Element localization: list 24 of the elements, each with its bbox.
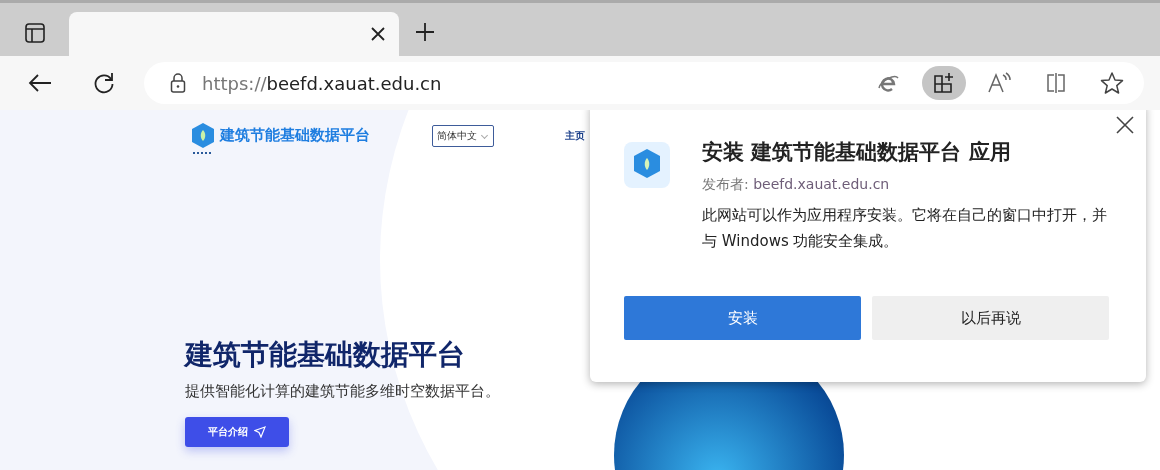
nav-link[interactable]: 主页 [565,129,585,143]
hero-subtitle: 提供智能化计算的建筑节能多维时空数据平台。 [185,382,501,401]
close-icon[interactable] [1116,116,1134,134]
app-install-icon[interactable] [922,66,966,100]
intro-button[interactable]: 平台介绍 [185,417,289,447]
cursor-icon [254,426,266,438]
publisher-text: 发布者: beefd.xauat.edu.cn [702,176,891,194]
back-icon[interactable] [28,73,52,93]
tab-actions-icon[interactable] [24,22,46,44]
logo-icon [190,122,216,156]
install-button[interactable]: 安装 [624,296,861,340]
hero-title: 建筑节能基础数据平台 [185,337,466,373]
site-logo-title[interactable]: 建筑节能基础数据平台 [220,125,370,145]
dialog-title: 安装 建筑节能基础数据平台 应用 [702,139,1012,166]
url-text[interactable]: https://beefd.xauat.edu.cn [202,72,442,94]
dialog-message: 此网站可以作为应用程序安装。它将在自己的窗口中打开，并与 Windows 功能安全集成。 [702,205,1108,252]
later-button[interactable]: 以后再说 [872,296,1109,340]
language-select[interactable]: 简体中文 [432,125,494,147]
app-icon [624,142,670,188]
address-bar[interactable]: https://beefd.xauat.edu.cn [144,62,1144,104]
lock-icon[interactable] [170,73,186,93]
new-tab-icon[interactable] [415,22,435,42]
close-icon[interactable] [371,27,385,41]
refresh-icon[interactable] [92,71,116,95]
